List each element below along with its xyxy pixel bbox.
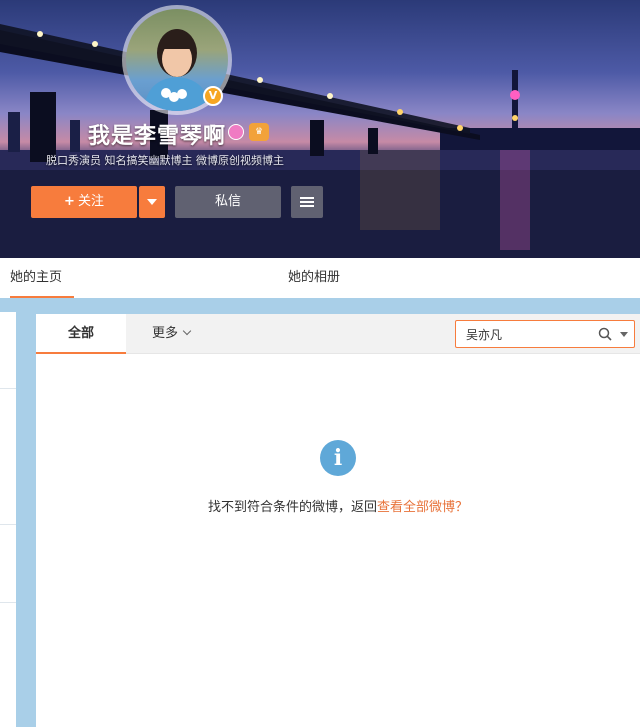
feed-search-box: [455, 320, 635, 348]
empty-result-message: 找不到符合条件的微博，返回查看全部微博？: [36, 496, 640, 515]
search-icon[interactable]: [598, 327, 612, 341]
filter-more-label: 更多: [152, 326, 179, 341]
verified-badge-icon: V: [203, 86, 223, 106]
message-button[interactable]: 私信: [175, 186, 281, 218]
tab-home[interactable]: 她的主页: [10, 258, 74, 298]
profile-description: 脱口秀演员 知名搞笑幽默博主 微博原创视频博主: [46, 154, 284, 167]
search-options-caret-icon[interactable]: [620, 332, 628, 337]
caret-down-icon: [147, 198, 157, 205]
follow-dropdown-button[interactable]: [139, 186, 165, 218]
menu-icon: [300, 195, 314, 209]
sidebar-divider: [0, 388, 16, 389]
level-badge-icon[interactable]: ♛: [249, 123, 269, 141]
sidebar-divider: [0, 524, 16, 525]
tab-album[interactable]: 她的相册: [288, 258, 340, 298]
follow-button[interactable]: + 关注: [31, 186, 137, 218]
follow-label: 关注: [77, 194, 104, 209]
feed-search-input[interactable]: [456, 321, 586, 347]
filter-tab-more[interactable]: 更多: [152, 314, 192, 354]
view-all-weibo-link[interactable]: 查看全部微博？: [377, 500, 468, 515]
plus-icon: +: [64, 194, 75, 209]
female-icon: [228, 124, 244, 140]
filter-tab-all[interactable]: 全部: [36, 314, 126, 354]
left-sidebar: [0, 312, 16, 727]
feed-filter-bar: 全部 更多: [36, 314, 640, 354]
more-menu-button[interactable]: [291, 186, 323, 218]
empty-result-text: 找不到符合条件的微博，返回: [207, 500, 377, 515]
chevron-down-icon: [182, 326, 192, 336]
info-icon: i: [320, 440, 356, 476]
feed-panel: 全部 更多 i 找不到符合条件的微博，返回查看全部微博？: [36, 314, 640, 727]
profile-name: 我是李雪琴啊: [88, 124, 227, 149]
profile-tabs: 她的主页 她的相册: [0, 258, 640, 298]
sidebar-divider: [0, 602, 16, 603]
